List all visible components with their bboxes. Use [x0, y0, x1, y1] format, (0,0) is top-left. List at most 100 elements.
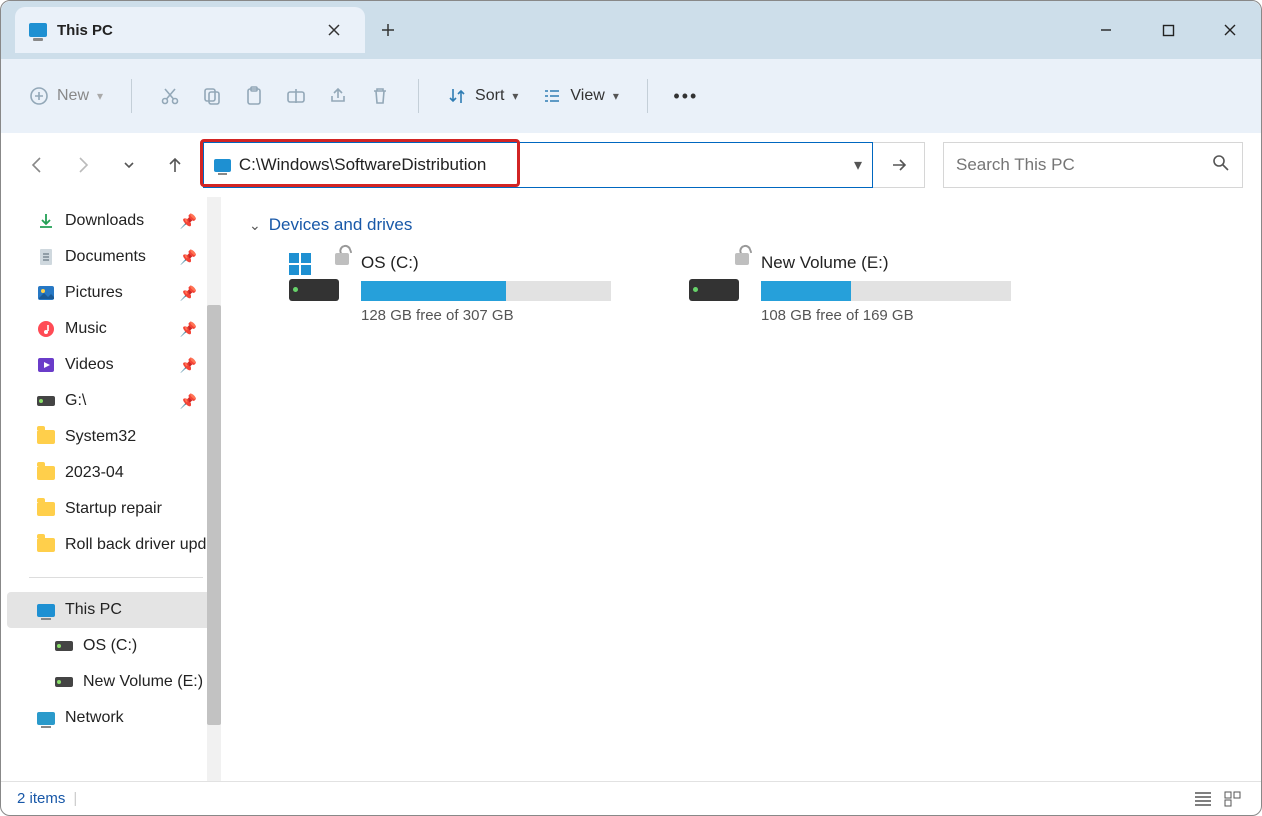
- drive-free-text: 128 GB free of 307 GB: [361, 307, 645, 324]
- sidebar-item-roll-back-driver-update[interactable]: Roll back driver update: [7, 527, 221, 563]
- drive-free-text: 108 GB free of 169 GB: [761, 307, 1045, 324]
- sidebar-item-label: 2023-04: [65, 464, 124, 482]
- sidebar-item-os-c-[interactable]: OS (C:): [7, 628, 221, 664]
- recent-locations-button[interactable]: [111, 147, 147, 183]
- video-icon: [37, 356, 55, 374]
- address-input[interactable]: [239, 155, 846, 175]
- sidebar-item-g-[interactable]: G:\📌: [7, 383, 221, 419]
- drive-usage-bar: [761, 281, 1011, 301]
- sidebar-item-label: OS (C:): [83, 637, 137, 655]
- sidebar-item-label: Downloads: [65, 212, 144, 230]
- sidebar-item-label: G:\: [65, 392, 86, 410]
- tiles-view-button[interactable]: [1221, 789, 1245, 809]
- separator: [418, 79, 419, 113]
- sidebar-item-new-volume-e-[interactable]: New Volume (E:): [7, 664, 221, 700]
- rename-button[interactable]: [276, 77, 316, 115]
- sidebar-item-videos[interactable]: Videos📌: [7, 347, 221, 383]
- body: Downloads📌Documents📌Pictures📌Music📌Video…: [1, 197, 1261, 781]
- drive-new-volume-e-[interactable]: New Volume (E:)108 GB free of 169 GB: [685, 253, 1045, 324]
- sidebar-scrollbar[interactable]: [207, 197, 221, 781]
- network-icon: [37, 712, 55, 725]
- folder-icon: [37, 464, 55, 482]
- drive-icon: [55, 677, 73, 687]
- sidebar-item-this-pc[interactable]: This PC: [7, 592, 221, 628]
- music-icon: [37, 320, 55, 338]
- share-button[interactable]: [318, 77, 358, 115]
- tab-close-button[interactable]: [317, 13, 351, 47]
- chevron-down-icon[interactable]: ▾: [854, 155, 862, 175]
- folder-icon: [37, 428, 55, 446]
- status-item-count: 2 items: [17, 790, 65, 807]
- chevron-down-icon: ▾: [512, 89, 518, 103]
- pin-icon: 📌: [180, 285, 197, 302]
- sidebar-item-label: Pictures: [65, 284, 123, 302]
- sidebar-item-label: Startup repair: [65, 500, 162, 518]
- copy-icon: [202, 86, 222, 106]
- sidebar-item-downloads[interactable]: Downloads 📌: [7, 203, 221, 239]
- new-tab-button[interactable]: [365, 7, 411, 53]
- titlebar: This PC: [1, 1, 1261, 59]
- new-menu-button[interactable]: New ▾: [19, 77, 113, 115]
- tab-this-pc[interactable]: This PC: [15, 7, 365, 53]
- pin-icon: 📌: [180, 249, 197, 266]
- search-input[interactable]: [956, 155, 1212, 175]
- lock-open-icon: [335, 245, 351, 265]
- sidebar-item-label: Network: [65, 709, 124, 727]
- section-title: Devices and drives: [269, 215, 413, 235]
- drive-icon: [685, 253, 747, 305]
- copy-button[interactable]: [192, 77, 232, 115]
- content-pane: ⌄ Devices and drives OS (C:) 128 GB free …: [221, 197, 1261, 781]
- window-controls: [1075, 9, 1261, 51]
- sort-menu-button[interactable]: Sort ▾: [437, 77, 528, 115]
- sidebar-item-label: System32: [65, 428, 136, 446]
- sidebar-item-network[interactable]: Network: [7, 700, 221, 736]
- new-label: New: [57, 87, 89, 105]
- this-pc-icon: [37, 604, 55, 617]
- sidebar-item-2023-04[interactable]: 2023-04: [7, 455, 221, 491]
- download-icon: [37, 212, 55, 230]
- sidebar-item-label: Videos: [65, 356, 114, 374]
- address-bar[interactable]: ▾: [203, 142, 873, 188]
- separator: [131, 79, 132, 113]
- cut-button[interactable]: [150, 77, 190, 115]
- search-icon: [1212, 154, 1230, 177]
- view-label: View: [570, 87, 604, 105]
- drive-icon: [285, 253, 347, 305]
- address-go-button[interactable]: [873, 142, 925, 188]
- separator: [647, 79, 648, 113]
- explorer-window: This PC New ▾: [0, 0, 1262, 816]
- this-pc-icon: [214, 159, 231, 172]
- chevron-down-icon: ⌄: [249, 217, 261, 234]
- delete-button[interactable]: [360, 77, 400, 115]
- view-icon: [542, 86, 562, 106]
- more-menu-button[interactable]: •••: [666, 77, 706, 115]
- sidebar-item-startup-repair[interactable]: Startup repair: [7, 491, 221, 527]
- section-header-devices[interactable]: ⌄ Devices and drives: [249, 215, 1237, 235]
- scrollbar-thumb[interactable]: [207, 305, 221, 725]
- paste-button[interactable]: [234, 77, 274, 115]
- pin-icon: 📌: [180, 213, 197, 230]
- maximize-button[interactable]: [1137, 9, 1199, 51]
- sidebar-item-documents[interactable]: Documents 📌: [7, 239, 221, 275]
- sidebar-item-label: Documents: [65, 248, 146, 266]
- details-view-button[interactable]: [1191, 789, 1215, 809]
- sidebar-item-pictures[interactable]: Pictures 📌: [7, 275, 221, 311]
- minimize-button[interactable]: [1075, 9, 1137, 51]
- drive-name: OS (C:): [361, 253, 645, 273]
- sidebar-item-system32[interactable]: System32: [7, 419, 221, 455]
- up-button[interactable]: [157, 147, 193, 183]
- folder-icon: [37, 500, 55, 518]
- forward-button[interactable]: [65, 147, 101, 183]
- search-box[interactable]: [943, 142, 1243, 188]
- back-button[interactable]: [19, 147, 55, 183]
- close-button[interactable]: [1199, 9, 1261, 51]
- drive-usage-bar: [361, 281, 611, 301]
- scissors-icon: [160, 86, 180, 106]
- drive-os-c-[interactable]: OS (C:) 128 GB free of 307 GB: [285, 253, 645, 324]
- navigation-pane: Downloads📌Documents📌Pictures📌Music📌Video…: [1, 197, 221, 781]
- lock-open-icon: [735, 245, 751, 265]
- sidebar-item-music[interactable]: Music📌: [7, 311, 221, 347]
- trash-icon: [370, 86, 390, 106]
- chevron-down-icon: ▾: [613, 89, 619, 103]
- view-menu-button[interactable]: View ▾: [532, 77, 628, 115]
